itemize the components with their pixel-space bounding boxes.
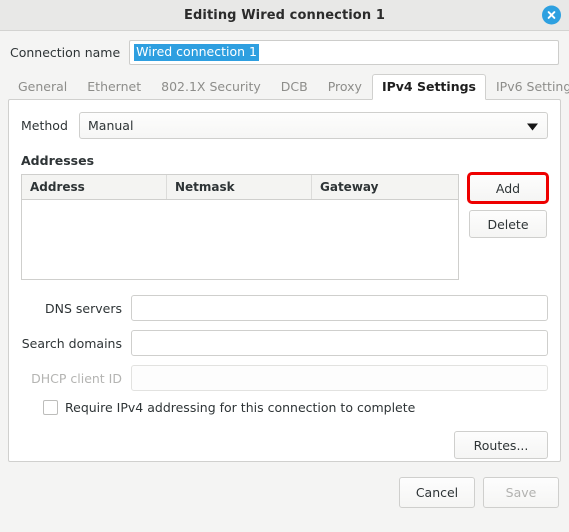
dns-servers-input[interactable] (131, 295, 548, 321)
connection-name-input[interactable]: Wired connection 1 (129, 40, 559, 65)
search-domains-row: Search domains (21, 330, 548, 356)
tab-dcb[interactable]: DCB (271, 74, 318, 99)
search-domains-label: Search domains (21, 335, 122, 351)
require-ipv4-label: Require IPv4 addressing for this connect… (65, 400, 416, 415)
connection-name-label: Connection name (10, 45, 121, 60)
tab-bar: General Ethernet 802.1X Security DCB Pro… (0, 73, 569, 100)
dns-servers-label: DNS servers (45, 300, 122, 316)
method-row: Method Manual (21, 112, 548, 139)
tab-802-1x-security[interactable]: 802.1X Security (151, 74, 271, 99)
connection-name-row: Connection name Wired connection 1 (0, 31, 569, 73)
close-icon (547, 11, 556, 19)
method-value: Manual (88, 118, 134, 133)
addresses-buttons: Add Delete (467, 172, 549, 238)
column-header-address[interactable]: Address (22, 175, 167, 199)
require-ipv4-row[interactable]: Require IPv4 addressing for this connect… (43, 400, 548, 415)
title-bar: Editing Wired connection 1 (0, 0, 569, 31)
cancel-button[interactable]: Cancel (399, 477, 475, 508)
ipv4-settings-panel: Method Manual Addresses Address Netmask … (8, 99, 561, 462)
connection-name-value: Wired connection 1 (134, 44, 259, 61)
routes-row: Routes... (21, 431, 548, 459)
tab-proxy[interactable]: Proxy (318, 74, 372, 99)
addresses-section-label: Addresses (21, 153, 95, 168)
dhcp-client-id-label: DHCP client ID (31, 370, 122, 386)
window-title: Editing Wired connection 1 (184, 7, 385, 23)
save-button: Save (483, 477, 559, 508)
addresses-table[interactable]: Address Netmask Gateway (21, 174, 459, 280)
tab-general[interactable]: General (8, 74, 77, 99)
column-header-netmask[interactable]: Netmask (167, 175, 312, 199)
add-button[interactable]: Add (467, 172, 549, 204)
dialog-footer: Cancel Save (0, 462, 569, 523)
search-domains-input[interactable] (131, 330, 548, 356)
dhcp-client-id-input (131, 365, 548, 391)
chevron-down-icon (527, 118, 538, 133)
delete-button[interactable]: Delete (469, 210, 547, 238)
tab-ipv4-settings[interactable]: IPv4 Settings (371, 74, 486, 100)
addresses-table-header: Address Netmask Gateway (22, 175, 458, 200)
dhcp-client-id-row: DHCP client ID (21, 365, 548, 391)
require-ipv4-checkbox[interactable] (43, 400, 58, 415)
method-dropdown[interactable]: Manual (79, 112, 548, 139)
dns-form: DNS servers Search domains DHCP client I… (21, 295, 548, 391)
routes-button[interactable]: Routes... (454, 431, 548, 459)
close-button[interactable] (542, 5, 561, 25)
column-header-gateway[interactable]: Gateway (312, 175, 458, 199)
method-label: Method (21, 118, 68, 133)
tab-ethernet[interactable]: Ethernet (77, 74, 151, 99)
addresses-area: Address Netmask Gateway Add Delete (21, 172, 549, 280)
addresses-table-body[interactable] (22, 200, 458, 279)
dns-servers-row: DNS servers (21, 295, 548, 321)
tab-ipv6-settings[interactable]: IPv6 Settings (486, 74, 569, 99)
